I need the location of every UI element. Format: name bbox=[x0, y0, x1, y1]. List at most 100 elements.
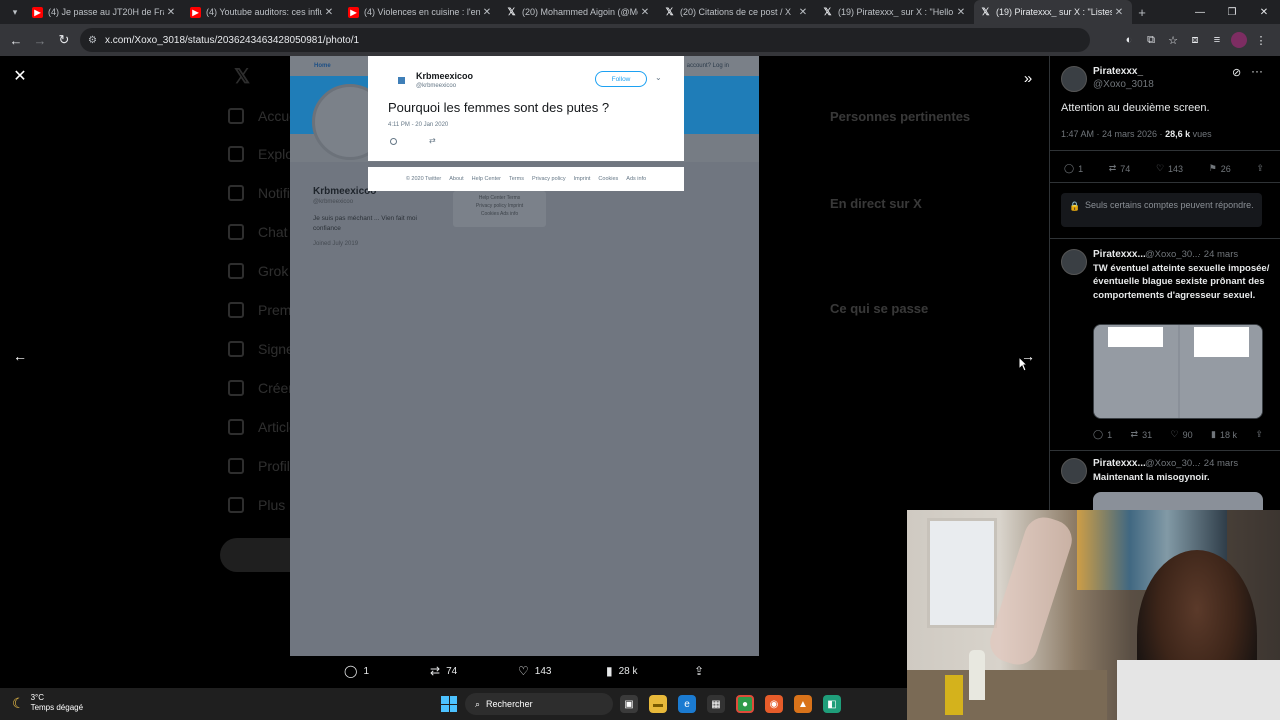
tab-3[interactable]: ▶ (4) Violences en cuisine : l'enfe ✕ bbox=[342, 0, 500, 24]
x-icon: 𝕏 bbox=[507, 6, 516, 18]
forward-icon[interactable]: → bbox=[28, 28, 52, 52]
like-button[interactable]: ♡ 90 bbox=[1171, 429, 1193, 440]
bg-nav-item: Profil bbox=[228, 456, 290, 476]
tab-search-dropdown[interactable]: ▾ bbox=[4, 2, 26, 22]
url-text[interactable]: x.com/Xoxo_3018/status/20362434634280509… bbox=[105, 35, 359, 46]
reply-button[interactable]: ◯ 1 bbox=[1093, 429, 1112, 440]
reply-author-name[interactable]: Piratexxx... bbox=[1093, 458, 1146, 469]
tab-close-icon[interactable]: ✕ bbox=[638, 7, 652, 18]
share-button[interactable]: ⇪ bbox=[1255, 429, 1263, 440]
like-count: 143 bbox=[534, 665, 552, 677]
tab-close-icon[interactable]: ✕ bbox=[322, 7, 336, 18]
post-meta: 1:47 AM · 24 mars 2026 · 28,6 k vues bbox=[1061, 129, 1212, 139]
site-info-icon[interactable]: ⚙ bbox=[88, 35, 97, 46]
more-options-icon[interactable]: ··· bbox=[1251, 64, 1263, 78]
reply-button[interactable]: ◯ 1 bbox=[344, 664, 369, 678]
maximize-icon[interactable]: ❐ bbox=[1216, 0, 1248, 24]
file-explorer-icon[interactable]: ▬ bbox=[649, 695, 667, 713]
reply-author-name[interactable]: Piratexxx... bbox=[1093, 249, 1146, 260]
post-views-count: 28,6 k bbox=[1165, 129, 1191, 139]
reply-button[interactable]: ◯ 1 bbox=[1064, 163, 1083, 174]
bookmark-button[interactable]: ⚑ 26 bbox=[1209, 163, 1231, 174]
close-window-icon[interactable]: ✕ bbox=[1248, 0, 1280, 24]
extensions-icon[interactable]: ⧈ bbox=[1184, 29, 1206, 51]
install-icon[interactable]: ⧉ bbox=[1140, 29, 1162, 51]
tab-close-icon[interactable]: ✕ bbox=[954, 7, 968, 18]
reply-avatar[interactable] bbox=[1061, 458, 1087, 484]
reload-icon[interactable]: ↻ bbox=[52, 28, 76, 52]
author-handle[interactable]: @Xoxo_3018 bbox=[1093, 79, 1154, 90]
reply-media-1[interactable] bbox=[1094, 325, 1178, 418]
tab-search-icon[interactable]: ≡ bbox=[1206, 29, 1228, 51]
repost-button[interactable]: ⇄ 31 bbox=[1131, 429, 1153, 440]
mouse-cursor-icon bbox=[1018, 356, 1028, 372]
repost-button[interactable]: ⇄ 74 bbox=[430, 664, 457, 678]
lock-icon: 🔒 bbox=[1069, 201, 1081, 211]
store-icon[interactable]: ▦ bbox=[707, 695, 725, 713]
like-button[interactable]: ♡ 143 bbox=[1156, 163, 1183, 174]
tab-1[interactable]: ▶ (4) Je passe au JT20H de France ✕ bbox=[26, 0, 184, 24]
repost-icon: ⇄ bbox=[1130, 429, 1139, 439]
reply-time[interactable]: · 24 mars bbox=[1198, 249, 1238, 260]
repost-icon: ⇄ bbox=[430, 664, 441, 678]
collapse-panel-icon[interactable]: » bbox=[1016, 66, 1040, 90]
tab-close-icon[interactable]: ✕ bbox=[796, 7, 810, 18]
share-button[interactable]: ⇪ bbox=[1256, 163, 1264, 174]
weather-widget[interactable]: ☾ 3°C Temps dégagé bbox=[12, 693, 83, 713]
address-toolbar: ← → ↻ ⚙ x.com/Xoxo_3018/status/203624346… bbox=[0, 24, 1280, 56]
edge-icon[interactable]: e bbox=[678, 695, 696, 713]
reply-media-grid[interactable] bbox=[1093, 324, 1263, 419]
window-controls: — ❐ ✕ bbox=[1184, 0, 1280, 24]
post-time[interactable]: 1:47 AM · 24 mars 2026 · bbox=[1061, 129, 1165, 139]
task-view-icon[interactable]: ▣ bbox=[620, 695, 638, 713]
tab-4[interactable]: 𝕏 (20) Mohammed Aigoin (@Mo ✕ bbox=[500, 0, 658, 24]
back-icon[interactable]: ← bbox=[4, 28, 28, 52]
tab-close-icon[interactable]: ✕ bbox=[164, 7, 178, 18]
grok-icon[interactable]: ⊘ bbox=[1232, 66, 1241, 79]
photo-profile-bio: Je suis pas méchant ... Vien fait moi co… bbox=[313, 215, 417, 232]
tab-6[interactable]: 𝕏 (19) Piratexxx_ sur X : "Hello to ✕ bbox=[816, 0, 974, 24]
like-button[interactable]: ♡ 143 bbox=[518, 664, 551, 678]
taskbar-search[interactable]: ⌕ Rechercher bbox=[465, 693, 613, 715]
reply-author-handle[interactable]: @Xoxo_30... bbox=[1145, 249, 1200, 260]
menu-icon[interactable]: ⋮ bbox=[1250, 29, 1272, 51]
firefox-icon[interactable]: ◉ bbox=[765, 695, 783, 713]
reply-text: TW éventuel atteinte sexuelle imposée/ é… bbox=[1093, 263, 1270, 301]
incognito-icon[interactable]: ◐ bbox=[1118, 29, 1140, 51]
tab-close-icon[interactable]: ✕ bbox=[1112, 7, 1126, 18]
windows-start-icon[interactable] bbox=[441, 696, 457, 712]
profile-avatar[interactable] bbox=[1231, 32, 1247, 48]
app-icon[interactable]: ◧ bbox=[823, 695, 841, 713]
tab-title: (4) Je passe au JT20H de France bbox=[48, 7, 164, 17]
address-bar[interactable]: ⚙ x.com/Xoxo_3018/status/203624346342805… bbox=[80, 28, 1090, 52]
search-icon: ⌕ bbox=[475, 698, 481, 709]
reply-restriction-notice: 🔒 Seuls certains comptes peuvent répondr… bbox=[1061, 193, 1262, 227]
bookmark-star-icon[interactable]: ☆ bbox=[1162, 29, 1184, 51]
reply-icon: ◯ bbox=[1064, 163, 1075, 173]
photo-sidebar-links: Help Center Terms Privacy policy Imprint… bbox=[453, 191, 546, 227]
reply-icon bbox=[390, 138, 397, 145]
minimize-icon[interactable]: — bbox=[1184, 0, 1216, 24]
repost-button[interactable]: ⇄ 74 bbox=[1109, 163, 1131, 174]
share-button[interactable]: ⇪ bbox=[694, 664, 704, 678]
author-name[interactable]: Piratexxx_ bbox=[1093, 66, 1143, 77]
reply-time[interactable]: · 24 mars bbox=[1198, 458, 1238, 469]
tab-close-icon[interactable]: ✕ bbox=[480, 7, 494, 18]
photo-login-label: account? Log in bbox=[686, 63, 729, 69]
tab-7-active[interactable]: 𝕏 (19) Piratexxx_ sur X : "Listes de ✕ bbox=[974, 0, 1132, 24]
reply-avatar[interactable] bbox=[1061, 249, 1087, 275]
tab-5[interactable]: 𝕏 (20) Citations de ce post / X ✕ bbox=[658, 0, 816, 24]
new-tab-button[interactable]: + bbox=[1132, 5, 1152, 20]
tab-2[interactable]: ▶ (4) Youtube auditors: ces influen ✕ bbox=[184, 0, 342, 24]
author-avatar[interactable] bbox=[1061, 66, 1087, 92]
reply-author-handle[interactable]: @Xoxo_30... bbox=[1145, 458, 1200, 469]
tweet-photo[interactable]: Home account? Log in Krbmeexicoo @krbmee… bbox=[290, 56, 759, 656]
views-button[interactable]: ▮ 18 k bbox=[1211, 429, 1237, 440]
views-button[interactable]: ▮ 28 k bbox=[606, 664, 638, 678]
share-icon: ⇪ bbox=[694, 664, 705, 678]
previous-photo-icon[interactable]: ← bbox=[6, 342, 34, 370]
vlc-icon[interactable]: ▲ bbox=[794, 695, 812, 713]
close-viewer-icon[interactable]: ✕ bbox=[10, 66, 30, 86]
chrome-icon[interactable]: ● bbox=[736, 695, 754, 713]
reply-media-2[interactable] bbox=[1180, 325, 1262, 418]
